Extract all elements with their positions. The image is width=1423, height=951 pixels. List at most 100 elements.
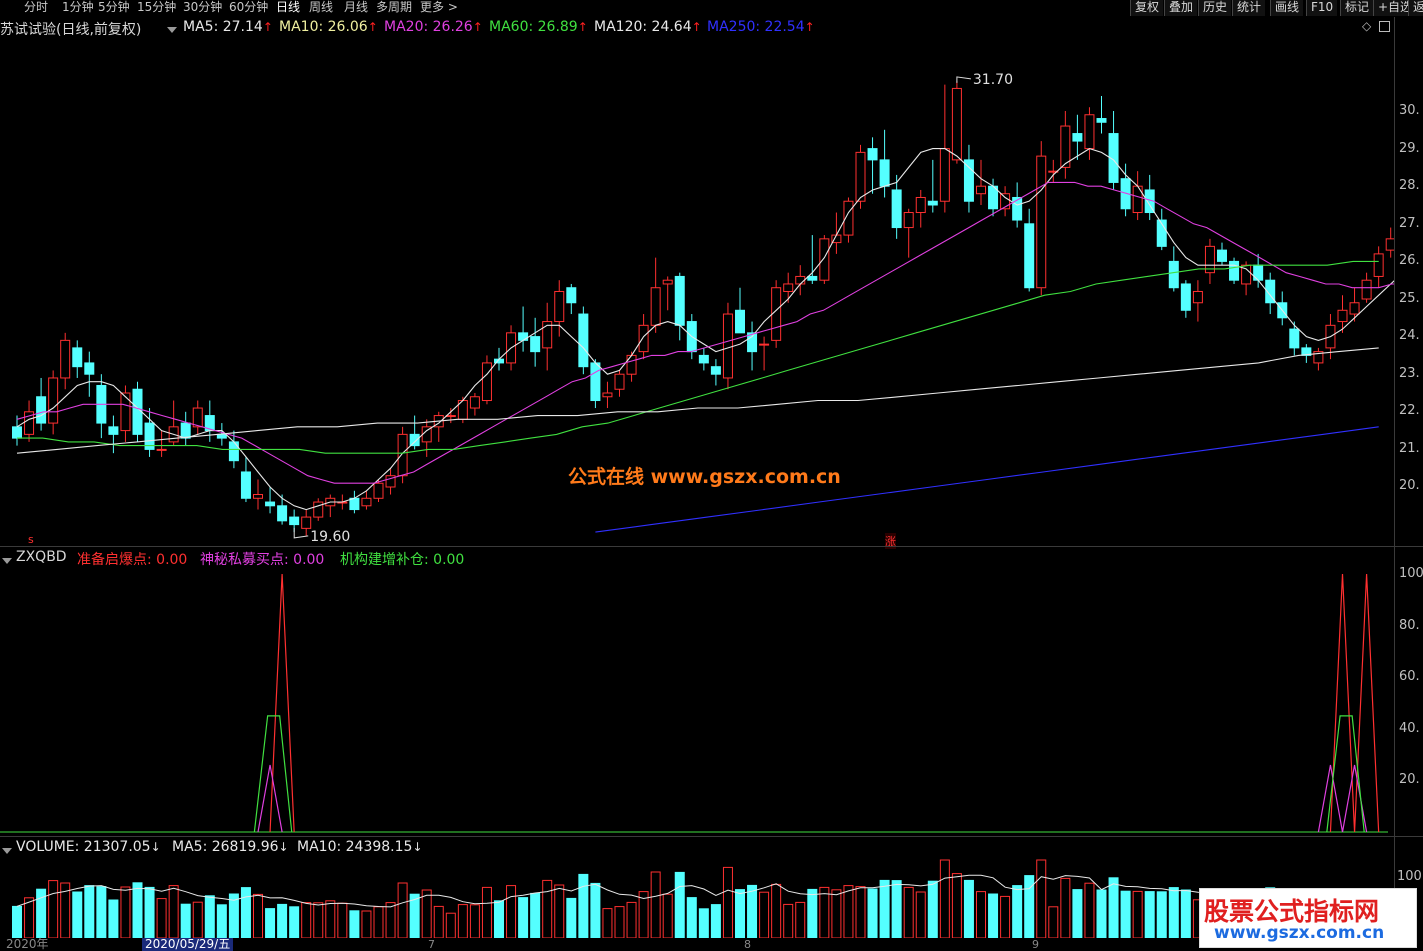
volume-bar — [831, 889, 842, 938]
volume-chart[interactable] — [0, 856, 1395, 938]
pane-divider[interactable] — [0, 546, 1423, 547]
volume-bar — [289, 906, 300, 938]
volume-bar — [650, 871, 661, 938]
volume-bar — [1096, 889, 1107, 938]
volume-bar — [554, 884, 565, 938]
volume-bar — [481, 886, 492, 938]
indicator-axis-label: 100 — [1399, 566, 1423, 581]
volume-bar — [626, 901, 637, 938]
candle-body — [1289, 328, 1300, 349]
candle-body — [60, 339, 71, 379]
up-arrow-icon: ↑ — [804, 20, 815, 34]
toolbar-button[interactable]: 统计 — [1232, 0, 1266, 16]
volume-bar — [445, 912, 456, 938]
period-tab[interactable]: 多周期 — [376, 0, 412, 15]
watermark-center: 公式在线 www.gszx.com.cn — [568, 466, 841, 488]
candle-body — [963, 159, 974, 202]
volume-bar — [1120, 890, 1131, 938]
volume-bar — [807, 888, 818, 938]
period-tab[interactable]: 15分钟 — [137, 0, 176, 15]
toolbar-button[interactable]: 叠加 — [1164, 0, 1198, 16]
candle-body — [84, 362, 95, 375]
volume-bar — [951, 873, 962, 938]
volume-bar — [674, 871, 685, 938]
candle-body — [1180, 283, 1191, 311]
period-tab[interactable]: 60分钟 — [229, 0, 268, 15]
volume-bar — [1156, 891, 1167, 938]
volume-bar — [253, 893, 263, 938]
volume-bar — [433, 905, 444, 938]
indicator-axis-label: 60. — [1399, 669, 1420, 684]
header-value: MA60: 26.89↑ — [489, 19, 588, 35]
period-tab[interactable]: 日线 — [276, 0, 300, 15]
volume-bar — [698, 908, 709, 938]
period-tab[interactable]: 分时 — [24, 0, 48, 15]
down-arrow-icon: ↓ — [412, 840, 423, 854]
indicator-peak — [269, 573, 295, 833]
toolbar-button[interactable]: 标记 — [1340, 0, 1374, 16]
window-toggle-icon[interactable] — [1379, 21, 1390, 32]
toolbar-button[interactable]: 历史 — [1198, 0, 1232, 16]
price-axis-label: 30. — [1399, 103, 1420, 118]
year-label: 2020年 — [6, 937, 49, 951]
header-value: MA250: 22.54↑ — [707, 19, 815, 35]
candle-body — [698, 354, 709, 364]
volume-bar — [457, 904, 468, 938]
candle-body — [626, 354, 637, 375]
volume-bar — [819, 886, 830, 938]
period-tab[interactable]: 周线 — [309, 0, 333, 15]
diamond-icon[interactable]: ◇ — [1362, 19, 1371, 33]
header-value: MA5: 26819.96↓ — [172, 839, 289, 855]
candle-body — [819, 238, 830, 281]
toolbar-button[interactable]: 返 — [1408, 0, 1423, 16]
candle-body — [1168, 260, 1179, 289]
volume-bar — [710, 904, 721, 938]
period-tab[interactable]: 1分钟 — [62, 0, 94, 15]
header-value-text: MA5: 27.14 — [183, 19, 263, 35]
period-tab[interactable]: 更多 > — [420, 0, 458, 15]
toolbar-button[interactable]: 复权 — [1130, 0, 1164, 16]
toolbar-button[interactable]: F10 — [1306, 0, 1338, 16]
candle-body — [602, 392, 613, 398]
header-value-text: VOLUME: 21307.05 — [16, 839, 151, 855]
volume-bar — [530, 892, 541, 938]
price-axis-label: 25. — [1399, 290, 1420, 306]
candle-body — [192, 407, 203, 428]
period-tab[interactable]: 30分钟 — [183, 0, 222, 15]
volume-bar — [879, 879, 890, 938]
volume-bar — [1108, 877, 1119, 938]
header-value: MA20: 26.26↑ — [384, 19, 483, 35]
candle-body — [132, 388, 143, 435]
volume-bar — [771, 883, 782, 938]
candle-body — [590, 362, 601, 402]
volume-bar — [939, 859, 950, 938]
price-axis-label: 26. — [1399, 253, 1420, 268]
volume-bar — [506, 885, 517, 938]
candle-body — [976, 185, 986, 195]
indicator-chart[interactable] — [0, 566, 1395, 836]
header-value: MA120: 24.64↑ — [594, 19, 702, 35]
candle-body — [1072, 133, 1083, 142]
candle-body — [277, 505, 288, 522]
toolbar-button[interactable]: 画线 — [1270, 0, 1304, 16]
volume-bar — [1084, 882, 1095, 938]
down-arrow-icon: ↓ — [278, 840, 289, 854]
candle-body — [939, 148, 950, 202]
candle-body — [253, 494, 263, 499]
ma-header: 苏试试验(日线,前复权) MA5: 27.14↑ MA10: 26.06↑ MA20… — [0, 18, 1395, 38]
volume-bar — [120, 886, 131, 938]
price-axis-label: 23. — [1399, 365, 1420, 381]
volume-bar — [325, 900, 336, 938]
candle-body — [1349, 302, 1360, 315]
up-arrow-icon: ↑ — [262, 20, 273, 34]
s-marker: s — [28, 533, 34, 546]
header-value: MA5: 27.14↑ — [183, 19, 273, 35]
pane-divider[interactable] — [0, 836, 1423, 837]
period-tab[interactable]: 5分钟 — [98, 0, 130, 15]
volume-bar — [48, 880, 59, 938]
period-tab[interactable]: 月线 — [344, 0, 368, 15]
month-mark: 9 — [1032, 938, 1039, 951]
candle-body — [735, 309, 745, 334]
volume-bar — [1012, 885, 1023, 938]
ma-settings-dropdown-icon[interactable] — [167, 22, 177, 38]
